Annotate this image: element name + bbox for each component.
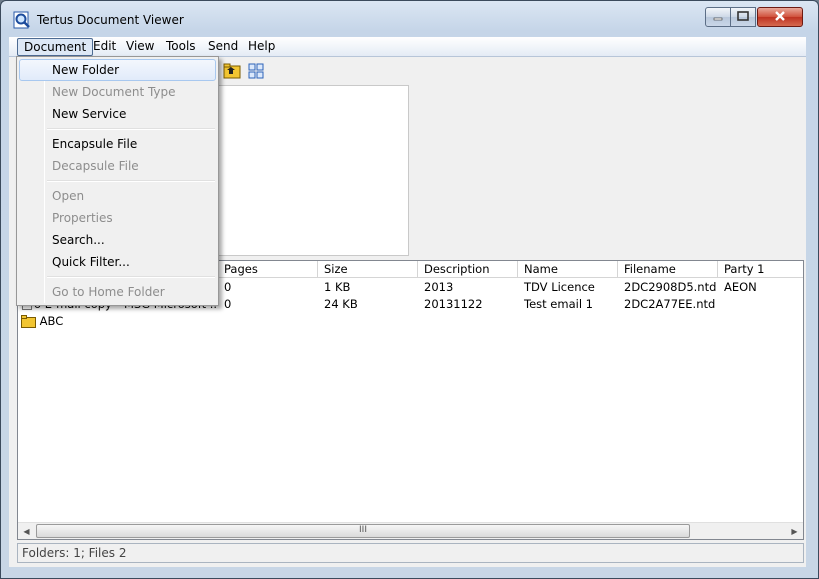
menu-item-search[interactable]: Search... [19, 229, 216, 251]
view-icon [247, 62, 265, 83]
status-text: Folders: 1; Files 2 [22, 546, 127, 560]
menu-item-properties[interactable]: Properties [19, 207, 216, 229]
row-description: 20131122 [424, 297, 483, 311]
minimize-button[interactable] [705, 7, 731, 27]
row-pages: 0 [224, 280, 232, 294]
menu-item-open[interactable]: Open [19, 185, 216, 207]
close-icon [774, 10, 786, 25]
window-title: Tertus Document Viewer [37, 13, 184, 27]
row-name: TDV Licence [524, 280, 595, 294]
menu-item-decapsule-file[interactable]: Decapsule File [19, 155, 216, 177]
maximize-button[interactable] [730, 7, 756, 27]
menu-bar: Document Edit View Tools Send Help [9, 37, 806, 57]
menu-item-encapsule-file[interactable]: Encapsule File [19, 133, 216, 155]
menu-send[interactable]: Send [202, 38, 244, 56]
menu-item-quick-filter[interactable]: Quick Filter... [19, 251, 216, 273]
maximize-icon [737, 10, 749, 24]
close-button[interactable] [757, 7, 803, 27]
folder-icon [21, 315, 36, 330]
scroll-left-arrow-icon[interactable]: ◀ [18, 523, 35, 539]
menu-document[interactable]: Document [17, 38, 94, 56]
row-filename: 2DC2A77EE.ntd [624, 297, 716, 311]
row-size: 1 KB [324, 280, 351, 294]
row-description: 2013 [424, 280, 454, 294]
folder-up-button[interactable] [221, 61, 243, 83]
document-menu-dropdown: New Folder New Document Type New Service… [16, 56, 219, 306]
menu-separator [47, 276, 215, 278]
row-party1: AEON [724, 280, 757, 294]
scroll-grip: III [359, 525, 367, 535]
menu-edit[interactable]: Edit [87, 38, 122, 56]
minimize-icon [713, 10, 723, 24]
magnifier-app-icon [13, 11, 31, 29]
row-pages: 0 [224, 297, 232, 311]
folder-up-icon [223, 62, 241, 83]
menu-item-new-folder[interactable]: New Folder [19, 59, 216, 81]
menu-view[interactable]: View [120, 38, 160, 56]
row-filename: 2DC2908D5.ntd [624, 280, 717, 294]
scroll-right-arrow-icon[interactable]: ▶ [786, 523, 803, 539]
column-header-description[interactable]: Description [418, 261, 518, 278]
menu-help[interactable]: Help [242, 38, 281, 56]
horizontal-scrollbar[interactable]: ◀ III ▶ [18, 522, 803, 539]
view-button[interactable] [245, 61, 267, 83]
status-bar: Folders: 1; Files 2 [17, 543, 804, 563]
column-header-pages[interactable]: Pages [218, 261, 318, 278]
title-bar[interactable]: Tertus Document Viewer [1, 1, 818, 37]
column-header-party1[interactable]: Party 1 [718, 261, 803, 278]
menu-tools[interactable]: Tools [160, 38, 202, 56]
row-size: 24 KB [324, 297, 358, 311]
app-window: Tertus Document Viewer Document Edit Vie… [0, 0, 819, 579]
menu-item-new-service[interactable]: New Service [19, 103, 216, 125]
menu-separator [47, 180, 215, 182]
column-header-filename[interactable]: Filename [618, 261, 718, 278]
folder-row[interactable]: ABC [18, 313, 803, 330]
menu-item-new-document-type[interactable]: New Document Type [19, 81, 216, 103]
column-header-size[interactable]: Size [318, 261, 418, 278]
menu-separator [47, 128, 215, 130]
folder-cell: ABC [18, 313, 218, 330]
row-name: Test email 1 [524, 297, 593, 311]
folder-label: ABC [39, 314, 64, 328]
scroll-thumb[interactable]: III [36, 524, 690, 538]
column-header-name[interactable]: Name [518, 261, 618, 278]
menu-item-go-to-home-folder[interactable]: Go to Home Folder [19, 281, 216, 303]
row-party1 [718, 296, 803, 313]
